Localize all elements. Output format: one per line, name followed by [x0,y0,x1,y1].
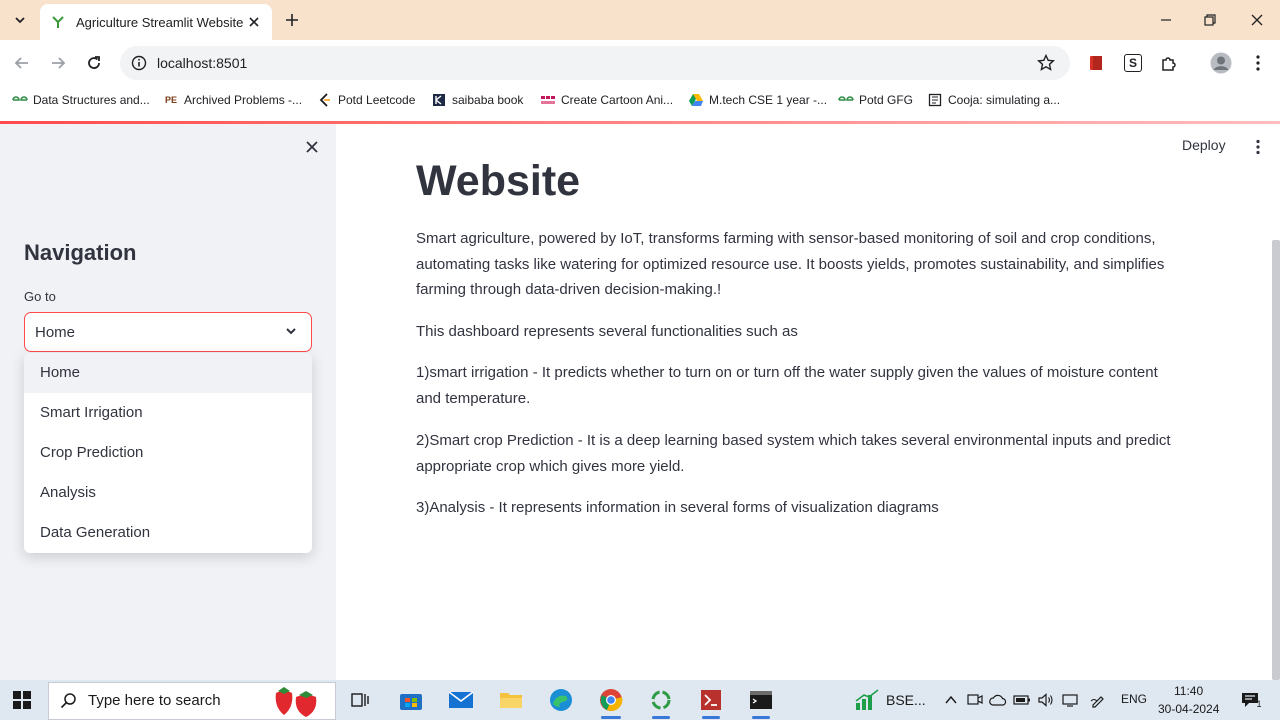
extensions-puzzle-icon[interactable] [1158,52,1180,74]
windows-start-icon[interactable] [12,690,32,710]
language-indicator[interactable]: ENG [1121,692,1147,706]
file-explorer-icon[interactable] [496,684,526,716]
app-active-indicator [652,716,670,719]
gfg-icon [838,92,854,108]
kindle-icon [431,92,447,108]
stock-chart-icon[interactable] [852,684,882,716]
bookmark-item[interactable]: Create Cartoon Ani... [540,90,673,110]
page-title: Website [416,157,581,205]
address-bar[interactable] [120,46,1070,80]
app-menu-kebab-icon[interactable] [1248,137,1268,157]
close-sidebar-icon[interactable] [302,137,322,157]
new-tab-plus-icon[interactable] [282,10,302,30]
app-active-indicator [752,716,770,719]
clock-date[interactable]: 30-04-2024 [1158,702,1219,716]
mail-icon[interactable] [446,684,476,716]
chrome-icon[interactable] [596,684,626,716]
browser-menu-kebab-icon[interactable] [1247,52,1269,74]
select-label: Go to [24,289,56,304]
battery-icon[interactable] [1013,690,1031,710]
red-extension-icon[interactable] [1085,52,1107,74]
tab-search-button[interactable] [8,8,32,32]
bookmark-item[interactable]: Cooja: simulating a... [927,90,1060,110]
command-prompt-icon[interactable] [746,684,776,716]
bookmark-item[interactable]: PE Archived Problems -... [163,90,302,110]
stock-widget-label[interactable]: BSE... [886,692,926,708]
chevron-down-icon [15,17,25,24]
dropdown-option-home[interactable]: Home [24,353,312,393]
task-view-icon[interactable] [345,684,375,716]
edge-browser-icon[interactable] [546,684,576,716]
bookmark-star-icon[interactable] [1036,53,1056,73]
dropdown-option-analysis[interactable]: Analysis [24,473,312,513]
chrome-active-indicator [601,716,621,719]
s-extension-icon[interactable]: S [1122,52,1144,74]
search-icon [60,692,78,710]
minimize-icon[interactable] [1154,8,1178,32]
pe-icon: PE [164,95,177,105]
sidebar-heading: Navigation [24,240,137,265]
chevron-up-icon[interactable] [942,690,960,710]
streamlit-logo-icon [50,14,66,30]
restore-icon[interactable] [1198,8,1222,32]
feature-irrigation: 1)smart irrigation - It predicts whether… [416,364,1158,407]
browser-tab[interactable]: Agriculture Streamlit Website [40,4,272,40]
site-info-icon[interactable] [130,54,148,72]
bookmark-item[interactable]: M.tech CSE 1 year -... [688,90,827,110]
meet-now-icon[interactable] [966,690,984,710]
page-select-value[interactable]: Home [35,324,75,341]
reload-icon[interactable] [83,52,105,74]
feature-analysis: 3)Analysis - It represents information i… [416,499,939,516]
page-scrollbar[interactable] [1272,240,1280,680]
url-text[interactable]: localhost:8501 [157,55,247,71]
tab-title: Agriculture Streamlit Website [76,14,244,30]
strawberry-highlight-icon [270,683,324,717]
microsoft-store-icon[interactable] [396,684,426,716]
feature-crop-prediction: 2)Smart crop Prediction - It is a deep l… [416,432,1171,475]
bookmark-item[interactable]: Potd Leetcode [317,90,415,110]
leetcode-icon [317,92,333,108]
dropdown-option-data-generation[interactable]: Data Generation [24,513,312,553]
page-select-dropdown: Home Smart Irrigation Crop Prediction An… [24,353,312,553]
bookmark-item[interactable]: Data Structures and... [12,90,150,110]
bookmark-item[interactable]: Potd GFG [838,90,913,110]
app-active-indicator [702,716,720,719]
chevron-down-icon[interactable] [283,323,299,339]
refresh-app-icon[interactable] [646,684,676,716]
dropdown-option-crop-prediction[interactable]: Crop Prediction [24,433,312,473]
back-arrow-icon[interactable] [11,52,33,74]
google-drive-icon [688,92,704,108]
taskbar-search-placeholder[interactable]: Type here to search [88,692,221,709]
profile-avatar[interactable] [1209,51,1233,75]
bookmark-item[interactable]: saibaba book [431,90,523,110]
notification-center-icon[interactable]: 1 [1238,690,1264,710]
intro-paragraph: Smart agriculture, powered by IoT, trans… [416,230,1165,298]
close-tab-icon[interactable] [246,14,262,30]
pen-icon[interactable] [1089,690,1107,710]
document-icon [927,92,943,108]
functionalities-intro: This dashboard represents several functi… [416,323,798,340]
clock-time[interactable]: 11:40 [1174,684,1203,698]
onedrive-cloud-icon[interactable] [989,690,1007,710]
gfg-icon [12,92,28,108]
animation-icon [540,92,556,108]
notification-count: 1 [1256,699,1262,709]
forward-arrow-icon[interactable] [47,52,69,74]
network-icon[interactable] [1061,690,1079,710]
dropdown-option-smart-irrigation[interactable]: Smart Irrigation [24,393,312,433]
close-window-icon[interactable] [1245,8,1269,32]
volume-icon[interactable] [1037,690,1055,710]
deploy-button[interactable]: Deploy [1182,137,1226,153]
terminal-app-icon[interactable] [696,684,726,716]
